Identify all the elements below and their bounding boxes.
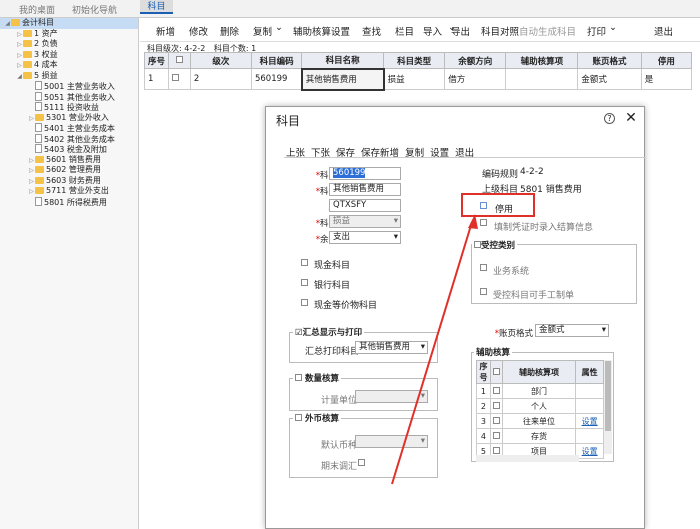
arrow-head — [468, 214, 478, 229]
arrow-line — [391, 221, 473, 485]
annotation-arrow — [391, 214, 478, 485]
